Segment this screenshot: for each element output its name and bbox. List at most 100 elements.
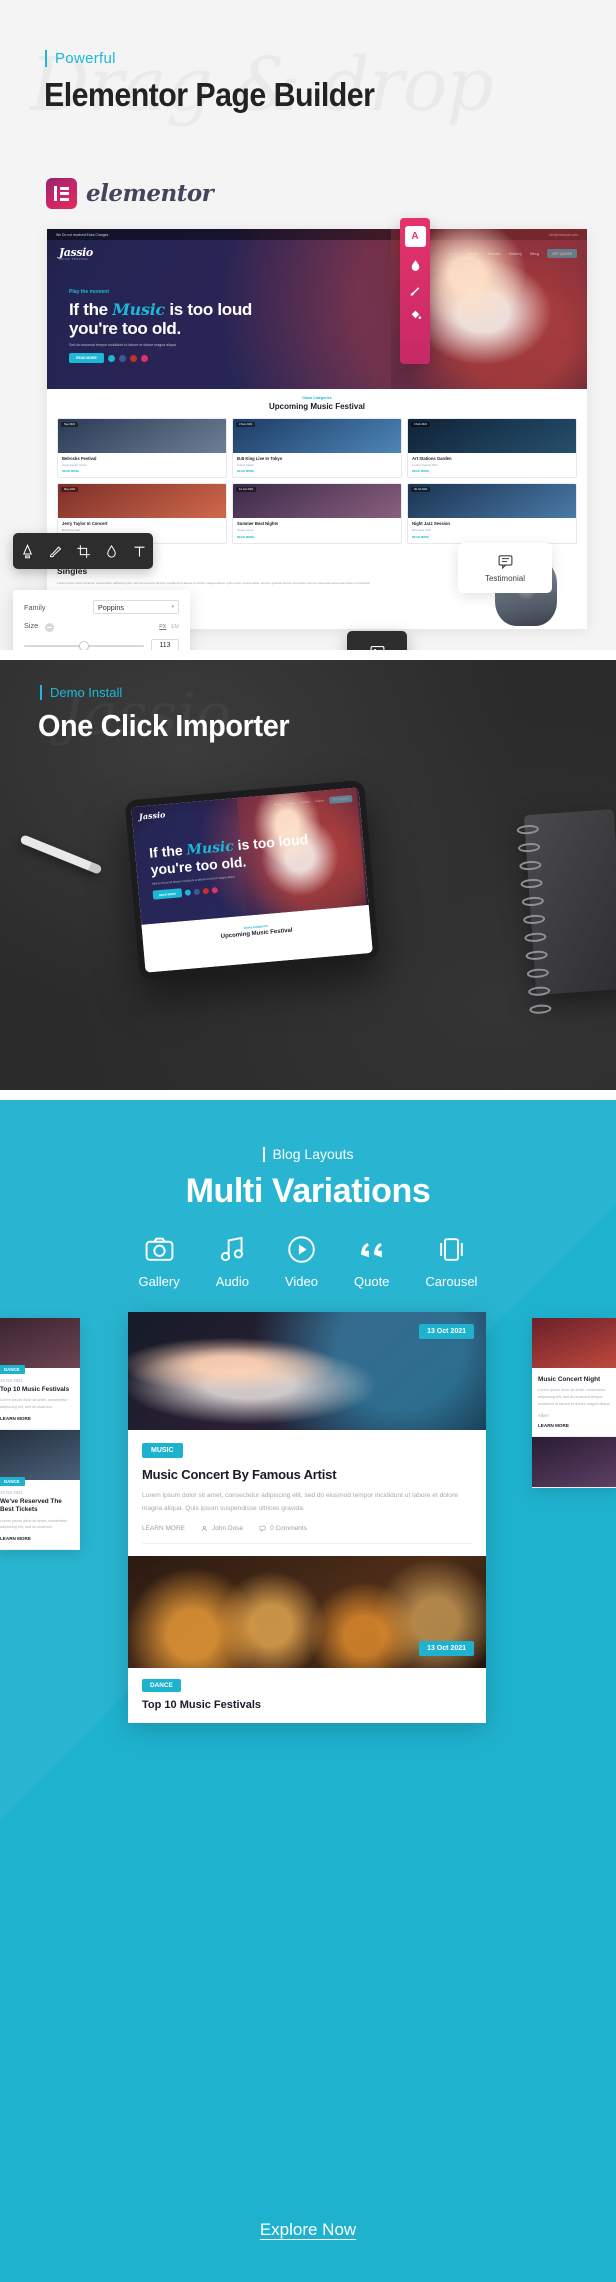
blog-icon-gallery[interactable]: Gallery <box>139 1234 180 1289</box>
crop-icon[interactable] <box>76 544 91 559</box>
mockup-brand[interactable]: Jassio MUSIC FESTIVAL <box>59 246 93 261</box>
event-title: B.B King Live In Tokyo <box>237 456 283 461</box>
left-card-column[interactable]: DANCE 13 Oct 2021 Top 10 Music Festivals… <box>0 1318 80 1551</box>
event-date: 30 Jul 2021 <box>411 487 431 493</box>
event-card[interactable]: 30 Jul 2021 Night Jazz Session Blue Note… <box>407 483 577 544</box>
blog-icon-quote[interactable]: Quote <box>354 1234 389 1289</box>
images-chip[interactable]: Images <box>347 631 407 650</box>
size-value-input[interactable]: 113 <box>151 639 179 650</box>
typography-panel[interactable]: Family Poppins ▾ Size PX EM 113 Weight 8… <box>13 590 190 650</box>
music-note-icon <box>220 1236 243 1262</box>
page-title: Elementor Page Builder <box>44 76 375 113</box>
editor-toolbar[interactable] <box>13 533 153 569</box>
social-icon-3[interactable] <box>202 887 210 895</box>
brush-icon[interactable] <box>409 284 422 297</box>
mini-card-text: Lorem ipsum dolor sit amet, consectetur … <box>538 1388 611 1406</box>
elementor-mark-icon <box>46 178 77 209</box>
typo-row-family[interactable]: Family Poppins ▾ <box>24 600 179 614</box>
social-icon-1[interactable] <box>184 889 192 896</box>
unit-px[interactable]: PX <box>159 624 166 630</box>
tablet-device: Jassio Home Pages Events Gallery GET QUO… <box>124 779 380 981</box>
event-date: 3 Nov 2021 <box>236 422 256 427</box>
elementor-eyebrow: Powerful <box>45 50 116 67</box>
pen-tool-icon[interactable] <box>20 543 35 559</box>
typo-size-units[interactable]: PX EM <box>159 624 179 630</box>
main-card-date-badge-2: 13 Oct 2021 <box>419 1641 474 1657</box>
event-link[interactable]: READ MORE <box>62 469 222 473</box>
event-link[interactable]: READ MORE <box>237 535 397 539</box>
eyebrow-bar-icon <box>40 685 42 700</box>
event-title: Art Stations Garden <box>412 456 452 461</box>
mockup-hero: We Do not received Extra Charges info@ex… <box>47 229 587 389</box>
event-link[interactable]: READ MORE <box>412 535 572 539</box>
mini-card[interactable]: DANCE 13 Oct 2021 Top 10 Music Festivals… <box>0 1318 80 1430</box>
mockup-hero-text: Play the moment If the Music is too loud… <box>69 289 252 364</box>
unit-em[interactable]: EM <box>171 624 179 630</box>
event-place: Hosty Family Grand <box>62 462 87 467</box>
mini-card[interactable]: DANCE 13 Oct 2021 We've Reserved The Bes… <box>0 1429 80 1551</box>
mini-card[interactable] <box>532 1436 616 1488</box>
droplet-icon[interactable] <box>409 259 422 272</box>
hero-headline-part1: If the <box>69 300 108 319</box>
event-card[interactable]: 12 Jun 2021 Summer Beat Nights Ocean Are… <box>232 483 402 544</box>
tablet-read-more-button[interactable]: READ MORE <box>152 888 183 901</box>
reset-icon[interactable] <box>45 623 55 632</box>
main-card-tag[interactable]: MUSIC <box>142 1443 183 1458</box>
event-link[interactable]: READ MORE <box>237 469 397 473</box>
mini-card-title: Music Concert Night <box>538 1376 601 1383</box>
event-date: 9 Feb 2021 <box>411 422 431 427</box>
social-icon-4[interactable] <box>211 886 219 894</box>
main-card-image-2: 13 Oct 2021 <box>128 1556 486 1669</box>
mini-card-link[interactable]: LEARN MORE <box>0 1416 74 1421</box>
tablet-screen: Jassio Home Pages Events Gallery GET QUO… <box>131 787 373 973</box>
demo-install-section: Jassio Demo Install One Click Importer J… <box>0 660 616 1090</box>
blog-icon-video[interactable]: Video <box>285 1234 318 1289</box>
brush-icon[interactable] <box>48 544 63 559</box>
typo-family-label: Family <box>24 602 46 612</box>
elementor-widget-bar[interactable]: A <box>400 218 430 364</box>
blog-icon-audio[interactable]: Audio <box>216 1234 249 1289</box>
mini-card[interactable]: Music Concert Night Lorem ipsum dolor si… <box>532 1318 616 1437</box>
social-icon-2[interactable] <box>118 354 126 362</box>
tablet-section-kicker: Diana Categories <box>243 923 269 930</box>
main-card-learnmore[interactable]: LEARN MORE <box>142 1525 185 1532</box>
text-icon[interactable] <box>132 544 147 559</box>
blog-eyebrow-label: Blog Layouts <box>272 1146 354 1162</box>
notebook-rings-icon <box>516 824 552 1015</box>
social-icon-1[interactable] <box>107 354 115 362</box>
event-card[interactable]: Sep 2021 Belrocks Festival Hosty Family … <box>57 418 227 479</box>
typo-size-slider-row[interactable]: 113 <box>24 639 179 650</box>
typo-row-size[interactable]: Size PX EM <box>24 621 179 632</box>
event-link[interactable]: READ MORE <box>412 469 572 473</box>
widget-letter-badge[interactable]: A <box>404 226 426 247</box>
main-blog-card[interactable]: 13 Oct 2021 MUSIC Music Concert By Famou… <box>128 1312 486 1724</box>
mini-card-image <box>532 1318 616 1368</box>
hero-subtext: Sed do eiusmod tempor incididunt ut labo… <box>69 343 176 348</box>
tablet-brand[interactable]: Jassio <box>139 809 166 821</box>
typo-family-select[interactable]: Poppins ▾ <box>93 600 179 614</box>
image-icon <box>370 645 384 650</box>
social-icon-4[interactable] <box>140 354 148 362</box>
right-card-column[interactable]: Music Concert Night Lorem ipsum dolor si… <box>532 1318 616 1488</box>
mini-card-link[interactable]: LEARN MORE <box>538 1423 616 1428</box>
blog-eyebrow: Blog Layouts <box>0 1146 616 1162</box>
mini-card-date: 13 Oct 2021 <box>0 1378 23 1383</box>
hero-read-more-button[interactable]: READ MORE <box>69 353 104 364</box>
size-slider[interactable] <box>24 640 144 650</box>
bucket-icon[interactable] <box>409 309 422 322</box>
size-slider-knob[interactable] <box>79 640 90 650</box>
event-card[interactable]: 3 Nov 2021 B.B King Live In Tokyo United… <box>232 418 402 479</box>
event-card[interactable]: 9 Feb 2021 Art Stations Garden London Ce… <box>407 418 577 479</box>
hero-headline: If the Music is too loud you're too old. <box>69 300 252 338</box>
droplet-icon[interactable] <box>104 544 119 559</box>
blog-icon-carousel[interactable]: Carousel <box>425 1234 477 1289</box>
main-card-tag-2[interactable]: DANCE <box>142 1679 181 1693</box>
social-icon-3[interactable] <box>129 354 137 362</box>
testimonial-chip[interactable]: Testimonial <box>458 543 552 593</box>
explore-now-link[interactable]: Explore Now <box>260 2220 356 2239</box>
mini-card-link[interactable]: LEARN MORE <box>0 1536 74 1541</box>
mini-card-date: 13 Oct 2021 <box>0 1489 23 1495</box>
mockup-events-section: Diana Categories Upcoming Music Festival… <box>47 389 587 544</box>
mini-card-tag: DANCE <box>0 1476 25 1486</box>
social-icon-2[interactable] <box>193 888 201 895</box>
